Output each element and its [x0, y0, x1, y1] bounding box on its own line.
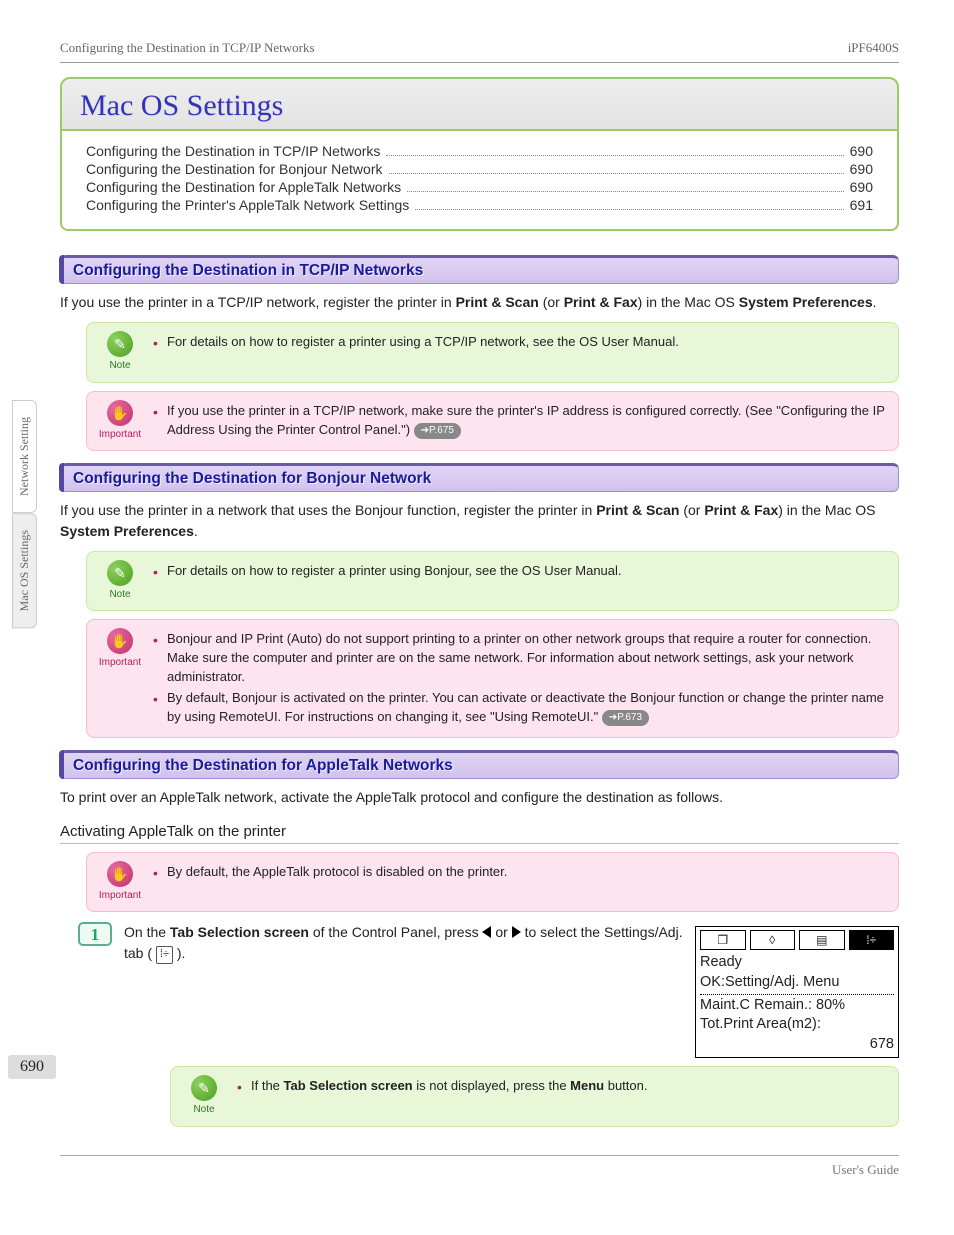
note-callout: ✎Note If the Tab Selection screen is not…	[170, 1066, 899, 1127]
note-icon: ✎	[107, 331, 133, 357]
body-paragraph: If you use the printer in a TCP/IP netwo…	[60, 292, 899, 312]
page-title: Mac OS Settings	[80, 89, 879, 123]
step-number: 1	[78, 922, 112, 946]
important-callout: ✋Important By default, the AppleTalk pro…	[86, 852, 899, 913]
important-text: By default, Bonjour is activated on the …	[153, 689, 888, 727]
note-callout: ✎Note For details on how to register a p…	[86, 322, 899, 383]
note-icon: ✎	[107, 560, 133, 586]
side-tab-group: Network Setting Mac OS Settings	[12, 400, 37, 628]
chapter-title-block: Mac OS Settings	[60, 77, 899, 131]
important-text: By default, the AppleTalk protocol is di…	[153, 863, 507, 882]
header-rule	[60, 62, 899, 63]
section-heading-tcpip: Configuring the Destination in TCP/IP Ne…	[60, 255, 899, 284]
step-1: 1 On the Tab Selection screen of the Con…	[78, 922, 899, 1058]
note-callout: ✎Note For details on how to register a p…	[86, 551, 899, 612]
important-icon: ✋	[107, 400, 133, 426]
toc-item[interactable]: Configuring the Printer's AppleTalk Netw…	[86, 197, 873, 213]
lcd-line: OK:Setting/Adj. Menu	[700, 973, 894, 993]
section-heading-appletalk: Configuring the Destination for AppleTal…	[60, 750, 899, 779]
section-heading-bonjour: Configuring the Destination for Bonjour …	[60, 463, 899, 492]
side-tab-mac-os-settings[interactable]: Mac OS Settings	[12, 513, 37, 628]
sub-heading: Activating AppleTalk on the printer	[60, 823, 899, 844]
settings-tab-icon: ⁞÷	[156, 946, 173, 964]
control-panel-lcd: ❐ ◊ ▤ ⁞÷ Ready OK:Setting/Adj. Menu Main…	[695, 926, 899, 1058]
header-breadcrumb: Configuring the Destination in TCP/IP Ne…	[60, 40, 315, 56]
page-ref-pill[interactable]: ➔P.675	[414, 423, 461, 440]
important-icon: ✋	[107, 628, 133, 654]
lcd-tab-settings-icon: ⁞÷	[849, 930, 895, 950]
toc-item[interactable]: Configuring the Destination in TCP/IP Ne…	[86, 143, 873, 159]
important-text: If you use the printer in a TCP/IP netwo…	[153, 402, 888, 440]
body-paragraph: If you use the printer in a network that…	[60, 500, 899, 541]
important-callout: ✋Important Bonjour and IP Print (Auto) d…	[86, 619, 899, 737]
lcd-tab-job-icon: ▤	[799, 930, 845, 950]
right-arrow-icon	[512, 926, 521, 938]
body-paragraph: To print over an AppleTalk network, acti…	[60, 787, 899, 807]
note-text: For details on how to register a printer…	[153, 562, 622, 581]
toc: Configuring the Destination in TCP/IP Ne…	[60, 131, 899, 231]
page-ref-pill[interactable]: ➔P.673	[602, 710, 649, 727]
lcd-line: Ready	[700, 953, 894, 973]
lcd-tab-ink-icon: ◊	[750, 930, 796, 950]
important-icon: ✋	[107, 861, 133, 887]
important-text: Bonjour and IP Print (Auto) do not suppo…	[153, 630, 888, 687]
note-icon: ✎	[191, 1075, 217, 1101]
lcd-line: Maint.C Remain.: 80%	[700, 996, 894, 1016]
lcd-line: Tot.Print Area(m2):	[700, 1015, 894, 1035]
important-callout: ✋Important If you use the printer in a T…	[86, 391, 899, 452]
lcd-line: 678	[700, 1035, 894, 1055]
header-model: iPF6400S	[848, 40, 899, 56]
lcd-tab-paper-icon: ❐	[700, 930, 746, 950]
toc-item[interactable]: Configuring the Destination for AppleTal…	[86, 179, 873, 195]
note-text: For details on how to register a printer…	[153, 333, 679, 352]
step-body: On the Tab Selection screen of the Contr…	[124, 922, 683, 963]
side-tab-network-setting[interactable]: Network Setting	[12, 400, 37, 513]
page-number: 690	[8, 1055, 56, 1079]
toc-item[interactable]: Configuring the Destination for Bonjour …	[86, 161, 873, 177]
note-text: If the Tab Selection screen is not displ…	[237, 1077, 647, 1096]
footer: User's Guide	[60, 1155, 899, 1178]
